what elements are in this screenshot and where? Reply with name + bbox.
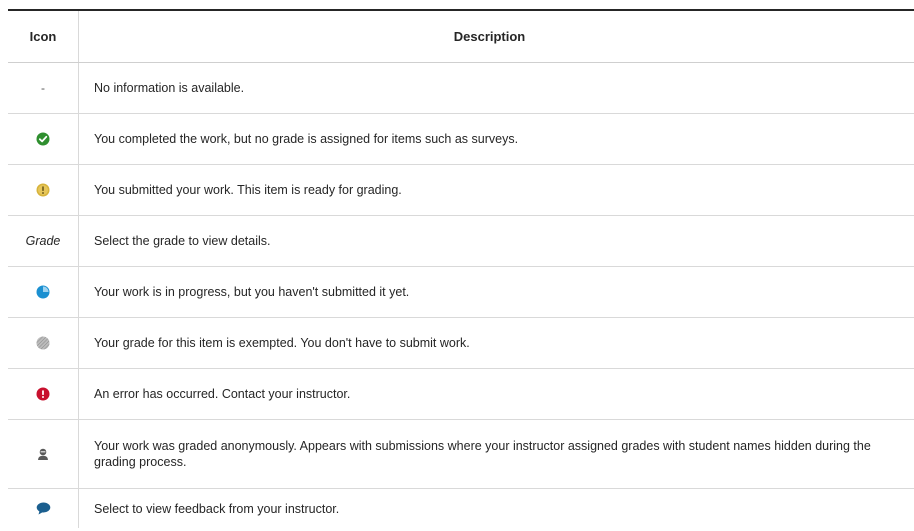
- feedback-speech-bubble-icon[interactable]: [36, 502, 51, 515]
- table-row: Your grade for this item is exempted. Yo…: [8, 318, 914, 369]
- error-circle-red-icon: [36, 387, 50, 401]
- exempt-hatched-circle-icon: [36, 336, 50, 350]
- exclamation-circle-yellow-icon: [36, 183, 50, 197]
- row-description: Your grade for this item is exempted. Yo…: [94, 336, 470, 350]
- header-icon: Icon: [8, 11, 79, 62]
- grade-icons-table: Icon Description - No information is ava…: [8, 9, 914, 528]
- grade-label: Grade: [25, 234, 61, 248]
- row-description: Select the grade to view details.: [94, 234, 271, 248]
- dash-icon: -: [41, 81, 45, 95]
- in-progress-pie-icon: [36, 285, 50, 299]
- header-description: Description: [453, 28, 526, 44]
- table-row: Your work is in progress, but you haven'…: [8, 267, 914, 318]
- table-row: You submitted your work. This item is re…: [8, 165, 914, 216]
- anonymous-user-icon: [38, 448, 48, 460]
- table-row: Your work was graded anonymously. Appear…: [8, 420, 914, 489]
- table-row: - No information is available.: [8, 63, 914, 114]
- row-description: You submitted your work. This item is re…: [94, 183, 402, 197]
- row-description: Your work was graded anonymously. Appear…: [94, 439, 871, 469]
- table-header: Icon Description: [8, 11, 914, 63]
- row-description: Select to view feedback from your instru…: [94, 501, 340, 516]
- row-description: No information is available.: [94, 81, 245, 95]
- check-circle-icon: [36, 132, 50, 146]
- row-description: You completed the work, but no grade is …: [94, 132, 519, 146]
- table-row: An error has occurred. Contact your inst…: [8, 369, 914, 420]
- table-row: Grade Select the grade to view details.: [8, 216, 914, 267]
- row-description: An error has occurred. Contact your inst…: [94, 387, 351, 401]
- table-row: Select to view feedback from your instru…: [8, 489, 914, 528]
- row-description: Your work is in progress, but you haven'…: [94, 285, 410, 299]
- table-row: You completed the work, but no grade is …: [8, 114, 914, 165]
